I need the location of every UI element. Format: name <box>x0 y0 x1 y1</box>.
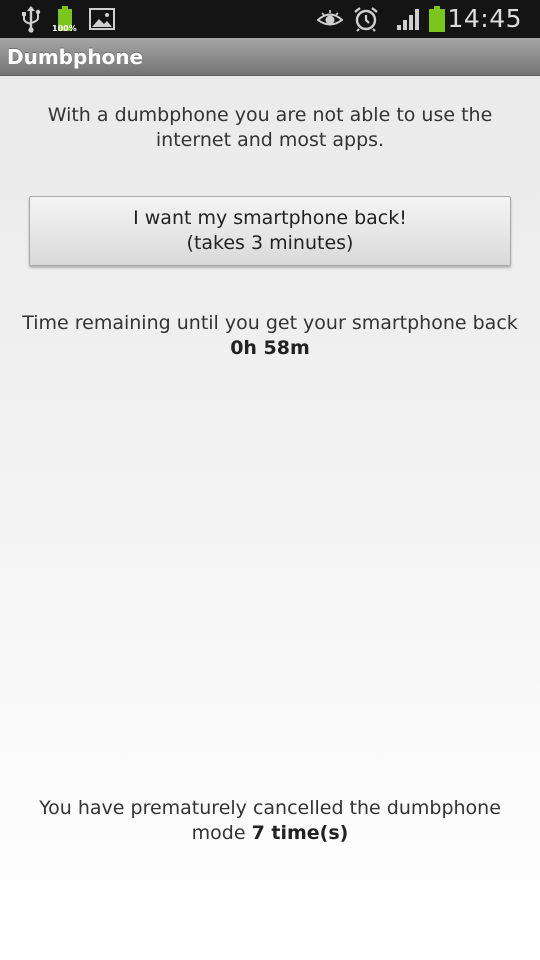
signal-icon <box>394 0 424 38</box>
time-remaining-label: Time remaining until you get your smartp… <box>22 312 518 334</box>
usb-icon <box>18 0 44 38</box>
alarm-icon <box>352 0 380 38</box>
battery-percent-label: 100% <box>52 24 77 33</box>
intro-text: With a dumbphone you are not able to use… <box>47 104 493 151</box>
smartphone-back-button[interactable]: I want my smartphone back! (takes 3 minu… <box>29 196 511 266</box>
cancel-count-value: 7 time(s) <box>251 822 349 844</box>
button-label-line2: (takes 3 minutes) <box>186 232 354 254</box>
status-time: 14:45 <box>447 4 522 33</box>
app-title: Dumbphone <box>7 45 144 69</box>
status-bar: 100% 14:45 <box>0 0 540 38</box>
button-label-line1: I want my smartphone back! <box>133 207 407 229</box>
eye-icon <box>316 0 344 38</box>
image-icon <box>88 0 116 38</box>
cancel-count-text: You have prematurely cancelled the dumbp… <box>30 796 510 846</box>
battery-icon <box>426 0 448 38</box>
time-remaining-value: 0h 58m <box>230 337 310 359</box>
title-bar: Dumbphone <box>0 38 540 76</box>
